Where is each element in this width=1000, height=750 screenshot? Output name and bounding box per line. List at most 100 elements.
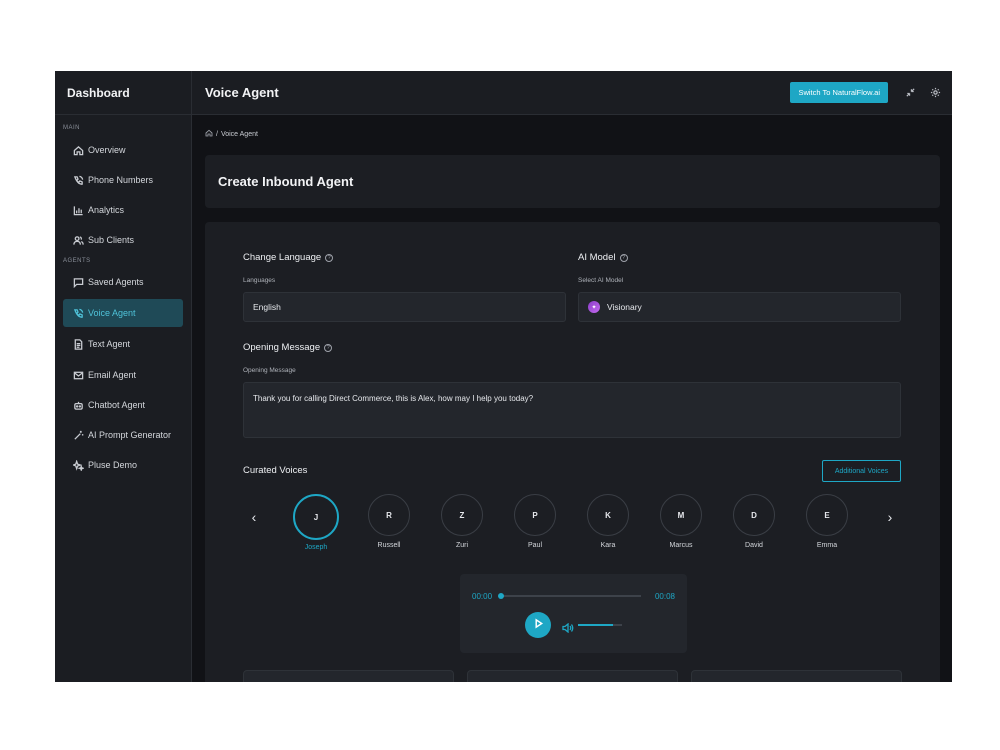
curated-voices-title: Curated Voices (243, 465, 308, 476)
top-bar: Voice Agent Switch To NaturalFlow.ai (192, 71, 952, 115)
sidebar-item-label: Overview (88, 145, 126, 155)
sidebar-item-label: Analytics (88, 205, 125, 215)
sidebar-item-label: Pluse Demo (88, 460, 138, 470)
main-content: Voice Agent Switch To NaturalFlow.ai / V… (192, 71, 952, 682)
voice-avatar: M (660, 494, 702, 536)
opening-message-heading: Opening Message (243, 342, 321, 353)
volume-icon[interactable] (562, 620, 574, 634)
sidebar-item-label: Text Agent (88, 339, 131, 349)
breadcrumb: / Voice Agent (205, 129, 258, 139)
voice-option-emma[interactable]: E Emma (803, 494, 851, 549)
breadcrumb-current: Voice Agent (220, 130, 258, 138)
play-icon (533, 616, 544, 634)
languages-label: Languages (243, 277, 276, 284)
page-title: Create Inbound Agent (218, 174, 354, 189)
voice-avatar: K (587, 494, 629, 536)
voice-name: Marcus (669, 542, 693, 549)
sidebar-item-ai-prompt-generator[interactable]: AI Prompt Generator (63, 421, 183, 449)
voice-name: Kara (600, 542, 616, 549)
sidebar-item-voice-agent[interactable]: Voice Agent (63, 299, 183, 327)
home-icon[interactable] (205, 129, 213, 139)
sidebar-item-saved-agents[interactable]: Saved Agents (63, 268, 183, 296)
change-language-label: Change Language (243, 252, 322, 263)
bar-chart-icon (72, 204, 84, 216)
magic-wand-icon (72, 429, 84, 441)
voice-name: Paul (527, 542, 542, 549)
voice-option-joseph[interactable]: J Joseph (292, 494, 340, 551)
sidebar-item-pluse-demo[interactable]: Pluse Demo (63, 451, 183, 479)
player-progress-knob[interactable] (498, 593, 504, 599)
sidebar-item-text-agent[interactable]: Text Agent (63, 330, 183, 358)
sidebar-item-overview[interactable]: Overview (63, 136, 183, 164)
sidebar: Dashboard MAIN Overview Phone Numbers An… (55, 71, 192, 682)
page-title-card: Create Inbound Agent (205, 155, 940, 208)
mail-icon (72, 369, 84, 381)
ai-model-select[interactable]: ✦ Visionary (578, 292, 901, 322)
voice-preview-player: 00:00 00:08 (460, 574, 687, 653)
opening-message-textarea[interactable]: Thank you for calling Direct Commerce, t… (243, 382, 901, 438)
sidebar-item-label: AI Prompt Generator (88, 430, 172, 440)
sidebar-item-phone-numbers[interactable]: Phone Numbers (63, 166, 183, 194)
voice-name: David (745, 542, 763, 549)
voice-option-paul[interactable]: P Paul (511, 494, 559, 549)
additional-voices-button[interactable]: Additional Voices (822, 460, 901, 482)
carousel-next-arrow-icon[interactable]: › (883, 509, 897, 525)
voice-avatar: Z (441, 494, 483, 536)
language-select[interactable]: English (243, 292, 566, 322)
ai-model-avatar-icon: ✦ (588, 301, 600, 313)
opening-message-label: Opening Message (243, 367, 296, 374)
sidebar-item-sub-clients[interactable]: Sub Clients (63, 226, 183, 254)
sidebar-item-email-agent[interactable]: Email Agent (63, 361, 183, 389)
sidebar-item-label: Chatbot Agent (88, 400, 146, 410)
voice-avatar: E (806, 494, 848, 536)
settings-card (691, 670, 902, 682)
collapse-icon[interactable] (904, 86, 916, 98)
help-icon[interactable]: ? (325, 253, 334, 262)
message-square-icon (72, 276, 84, 288)
sparkles-icon (72, 459, 84, 471)
settings-card (243, 670, 454, 682)
sidebar-item-chatbot-agent[interactable]: Chatbot Agent (63, 391, 183, 419)
voice-option-david[interactable]: D David (730, 494, 778, 549)
file-text-icon (72, 338, 84, 350)
voice-option-russell[interactable]: R Russell (365, 494, 413, 549)
section-label-main: MAIN (63, 125, 80, 131)
sidebar-item-label: Phone Numbers (88, 175, 154, 185)
settings-icon[interactable] (929, 86, 941, 98)
help-icon[interactable]: ? (619, 253, 628, 262)
voice-name: Zuri (455, 542, 469, 549)
breadcrumb-separator: / (216, 130, 218, 138)
users-icon (72, 234, 84, 246)
settings-card (467, 670, 678, 682)
switch-naturalflow-button[interactable]: Switch To NaturalFlow.ai (790, 82, 888, 103)
sidebar-item-analytics[interactable]: Analytics (63, 196, 183, 224)
language-value: English (253, 302, 281, 312)
voice-option-marcus[interactable]: M Marcus (657, 494, 705, 549)
sidebar-item-label: Email Agent (88, 370, 137, 380)
voice-avatar: J (293, 494, 339, 540)
sidebar-item-label: Sub Clients (88, 235, 135, 245)
player-progress-bar[interactable] (498, 593, 641, 599)
ai-model-label: AI Model (578, 252, 616, 263)
player-current-time: 00:00 (472, 592, 493, 601)
voice-option-kara[interactable]: K Kara (584, 494, 632, 549)
voice-option-zuri[interactable]: Z Zuri (438, 494, 486, 549)
voice-name: Russell (377, 542, 401, 549)
play-button[interactable] (525, 612, 551, 638)
page-header-title: Voice Agent (205, 85, 279, 100)
carousel-prev-arrow-icon[interactable]: ‹ (247, 509, 261, 525)
sidebar-brand: Dashboard (55, 71, 191, 115)
volume-slider[interactable] (578, 624, 622, 626)
phone-icon (72, 174, 84, 186)
voice-name: Joseph (304, 544, 328, 551)
agent-form-card: Change Language ? Languages English AI M… (205, 222, 940, 682)
help-icon[interactable]: ? (324, 343, 333, 352)
voice-name: Emma (816, 542, 838, 549)
change-language-title: Change Language ? (243, 252, 334, 263)
phone-call-icon (72, 307, 84, 319)
ai-model-value: Visionary (607, 302, 642, 312)
player-duration: 00:08 (654, 592, 675, 601)
bot-icon (72, 399, 84, 411)
voice-avatar: R (368, 494, 410, 536)
voice-avatar: D (733, 494, 775, 536)
